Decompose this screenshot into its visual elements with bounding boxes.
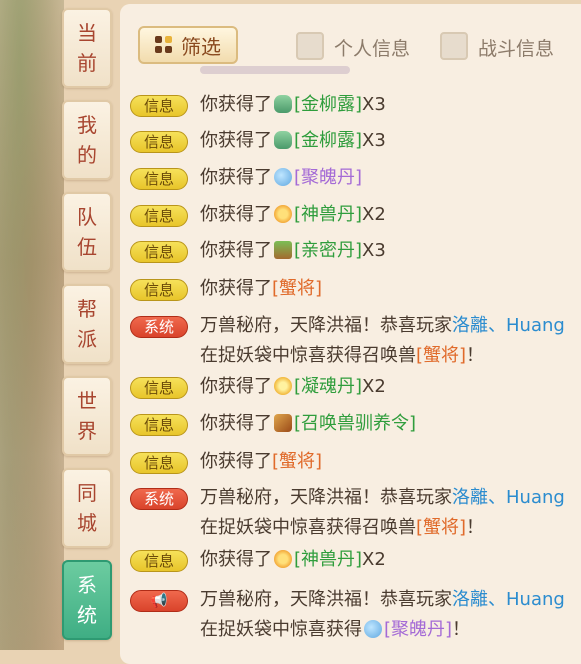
message-text: 你获得了 [召唤兽驯养令]	[200, 413, 417, 434]
scrolled-message-fragment	[200, 66, 350, 74]
message-text: 你获得了 [金柳露]X3	[200, 130, 386, 151]
info-badge: 信息	[130, 279, 188, 301]
filter-button[interactable]: 筛选	[138, 26, 238, 64]
tab-team[interactable]: 队 伍	[62, 192, 112, 272]
intimacy-pill-icon	[274, 241, 292, 259]
personal-info-label: 个人信息	[334, 38, 411, 60]
filter-button-label: 筛选	[181, 34, 221, 59]
item-link[interactable]: [神兽丹]	[294, 204, 362, 225]
message-text: 你获得了 [聚魄丹]	[200, 167, 363, 188]
info-badge: 信息	[130, 131, 188, 153]
tab-system[interactable]: 系 统	[62, 560, 112, 640]
condensed-soul-pill-icon	[274, 377, 292, 395]
tab-label: 当	[77, 21, 97, 45]
message-text: 你获得了 [神兽丹]X2	[200, 549, 386, 570]
info-badge: 信息	[130, 377, 188, 399]
beast-pill-icon	[274, 205, 292, 223]
tab-current[interactable]: 当 前	[62, 8, 112, 88]
info-badge: 信息	[130, 205, 188, 227]
item-link[interactable]: [蟹将]	[416, 517, 466, 538]
personal-info-checkbox[interactable]	[296, 32, 324, 60]
tab-label: 系	[77, 573, 97, 597]
info-badge: 信息	[130, 95, 188, 117]
filter-bar: 筛选 个人信息 战斗信息	[120, 0, 581, 74]
item-link[interactable]: [蟹将]	[272, 278, 322, 299]
player-link[interactable]: 洛離、Huang	[452, 315, 565, 336]
willow-dew-icon	[274, 131, 292, 149]
tab-label: 的	[77, 143, 97, 167]
grid-icon	[155, 36, 173, 54]
message-text: 你获得了[蟹将]	[200, 278, 323, 299]
tab-label: 派	[77, 327, 97, 351]
system-badge: 系统	[130, 488, 188, 510]
info-badge: 信息	[130, 452, 188, 474]
soul-pill-icon	[364, 620, 382, 638]
player-link[interactable]: 洛離、Huang	[452, 487, 565, 508]
item-link[interactable]: [金柳露]	[294, 130, 362, 151]
tab-label: 城	[77, 511, 97, 535]
message-text: 你获得了 [神兽丹]X2	[200, 204, 386, 225]
tab-city[interactable]: 同 城	[62, 468, 112, 548]
tab-label: 伍	[77, 235, 97, 259]
megaphone-badge: 📢	[130, 590, 188, 612]
battle-info-label: 战斗信息	[478, 38, 555, 60]
message-text: 你获得了 [凝魂丹]X2	[200, 376, 386, 397]
tab-guild[interactable]: 帮 派	[62, 284, 112, 364]
tab-label: 同	[77, 481, 97, 505]
item-link[interactable]: [凝魂丹]	[294, 376, 362, 397]
info-badge: 信息	[130, 414, 188, 436]
system-badge: 系统	[130, 316, 188, 338]
item-link[interactable]: [召唤兽驯养令]	[294, 413, 416, 434]
item-link[interactable]: [聚魄丹]	[294, 167, 362, 188]
tab-label: 前	[77, 51, 97, 75]
tab-label: 统	[77, 603, 97, 627]
background-scenery	[0, 0, 64, 650]
message-text: 你获得了[蟹将]	[200, 451, 323, 472]
item-link[interactable]: [聚魄丹]	[384, 619, 452, 640]
willow-dew-icon	[274, 95, 292, 113]
tab-label: 世	[77, 389, 97, 413]
tab-label: 队	[77, 205, 97, 229]
item-link[interactable]: [蟹将]	[416, 345, 466, 366]
tab-world[interactable]: 世 界	[62, 376, 112, 456]
channel-tabs: 当 前 我 的 队 伍 帮 派 世 界 同 城 系 统	[62, 0, 114, 650]
message-text: 万兽秘府，天降洪福！恭喜玩家洛離、Huang在捉妖袋中惊喜获得召唤兽[蟹将]！	[200, 315, 565, 366]
item-link[interactable]: [亲密丹]	[294, 240, 362, 261]
info-badge: 信息	[130, 241, 188, 263]
beast-pill-icon	[274, 550, 292, 568]
soul-pill-icon	[274, 168, 292, 186]
message-text: 万兽秘府，天降洪福！恭喜玩家洛離、Huang在捉妖袋中惊喜获得 [聚魄丹]！	[200, 589, 565, 640]
item-link[interactable]: [神兽丹]	[294, 549, 362, 570]
message-text: 你获得了 [亲密丹]X3	[200, 240, 386, 261]
tab-label: 界	[77, 419, 97, 443]
taming-order-icon	[274, 414, 292, 432]
battle-info-checkbox[interactable]	[440, 32, 468, 60]
info-badge: 信息	[130, 168, 188, 190]
item-link[interactable]: [金柳露]	[294, 94, 362, 115]
tab-mine[interactable]: 我 的	[62, 100, 112, 180]
player-link[interactable]: 洛離、Huang	[452, 589, 565, 610]
item-link[interactable]: [蟹将]	[272, 451, 322, 472]
message-text: 你获得了 [金柳露]X3	[200, 94, 386, 115]
info-badge: 信息	[130, 550, 188, 572]
tab-label: 帮	[77, 297, 97, 321]
tab-label: 我	[77, 113, 97, 137]
message-text: 万兽秘府，天降洪福！恭喜玩家洛離、Huang在捉妖袋中惊喜获得召唤兽[蟹将]！	[200, 487, 565, 538]
